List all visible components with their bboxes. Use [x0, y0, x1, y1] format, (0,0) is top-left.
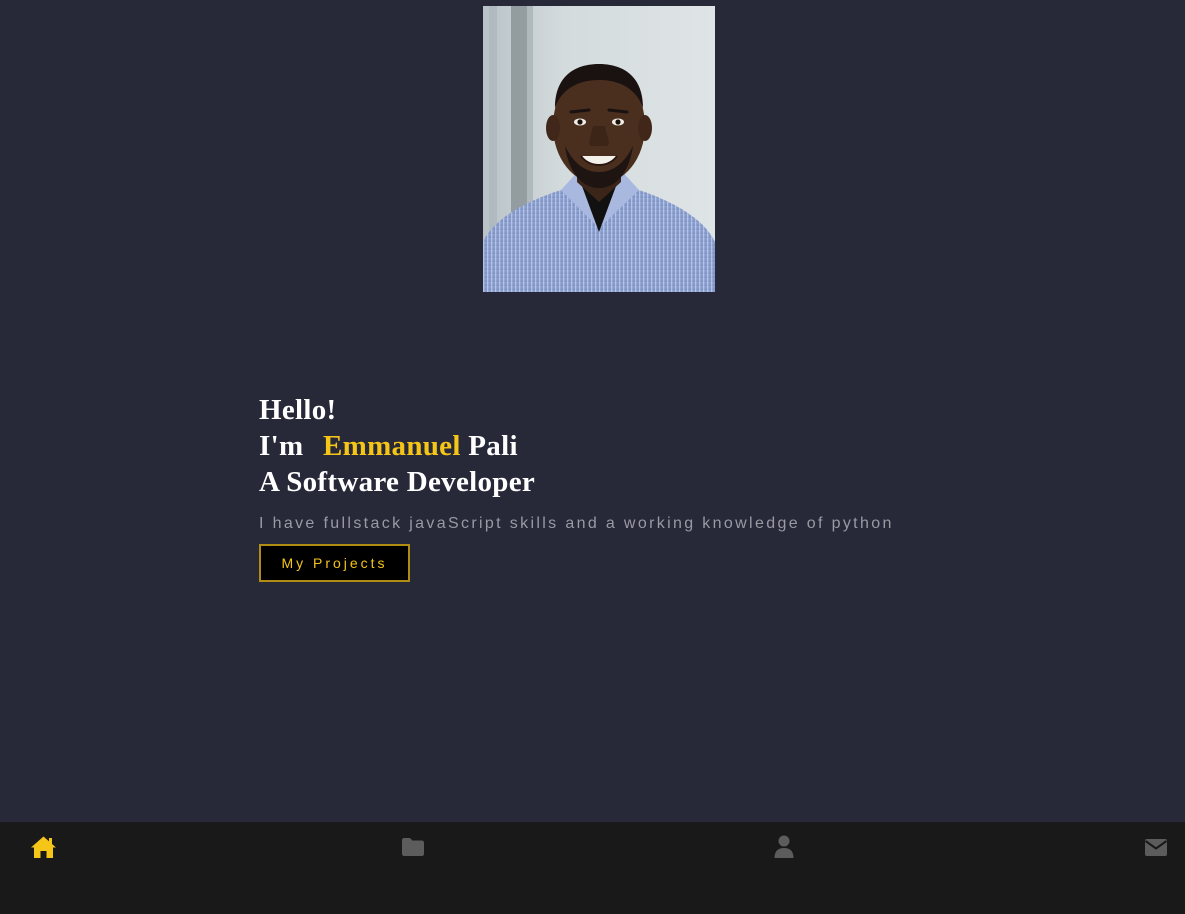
- nav-home[interactable]: [29, 834, 57, 860]
- hero-headline: Hello! I'm Emmanuel Pali A Software Deve…: [259, 392, 1019, 500]
- bottom-nav: [0, 822, 1185, 914]
- user-icon: [774, 835, 794, 858]
- my-projects-button[interactable]: My Projects: [259, 544, 410, 582]
- envelope-icon: [1144, 838, 1168, 856]
- first-name: Emmanuel: [322, 430, 461, 462]
- page: Hello! I'm Emmanuel Pali A Software Deve…: [0, 0, 1185, 914]
- folder-icon: [402, 838, 424, 856]
- role-title: A Software Developer: [259, 466, 536, 498]
- nav-about[interactable]: [770, 834, 798, 860]
- intro-prefix: I'm: [259, 430, 304, 462]
- nav-contact[interactable]: [1142, 834, 1170, 860]
- name-line: I'm Emmanuel Pali: [259, 428, 1019, 464]
- profile-photo: [483, 6, 715, 292]
- last-name: Pali: [468, 430, 518, 462]
- hero-section: Hello! I'm Emmanuel Pali A Software Deve…: [259, 392, 1019, 582]
- greeting: Hello!: [259, 394, 337, 426]
- tagline: I have fullstack javaScript skills and a…: [259, 515, 894, 532]
- nav-projects[interactable]: [399, 834, 427, 860]
- home-icon: [30, 836, 56, 858]
